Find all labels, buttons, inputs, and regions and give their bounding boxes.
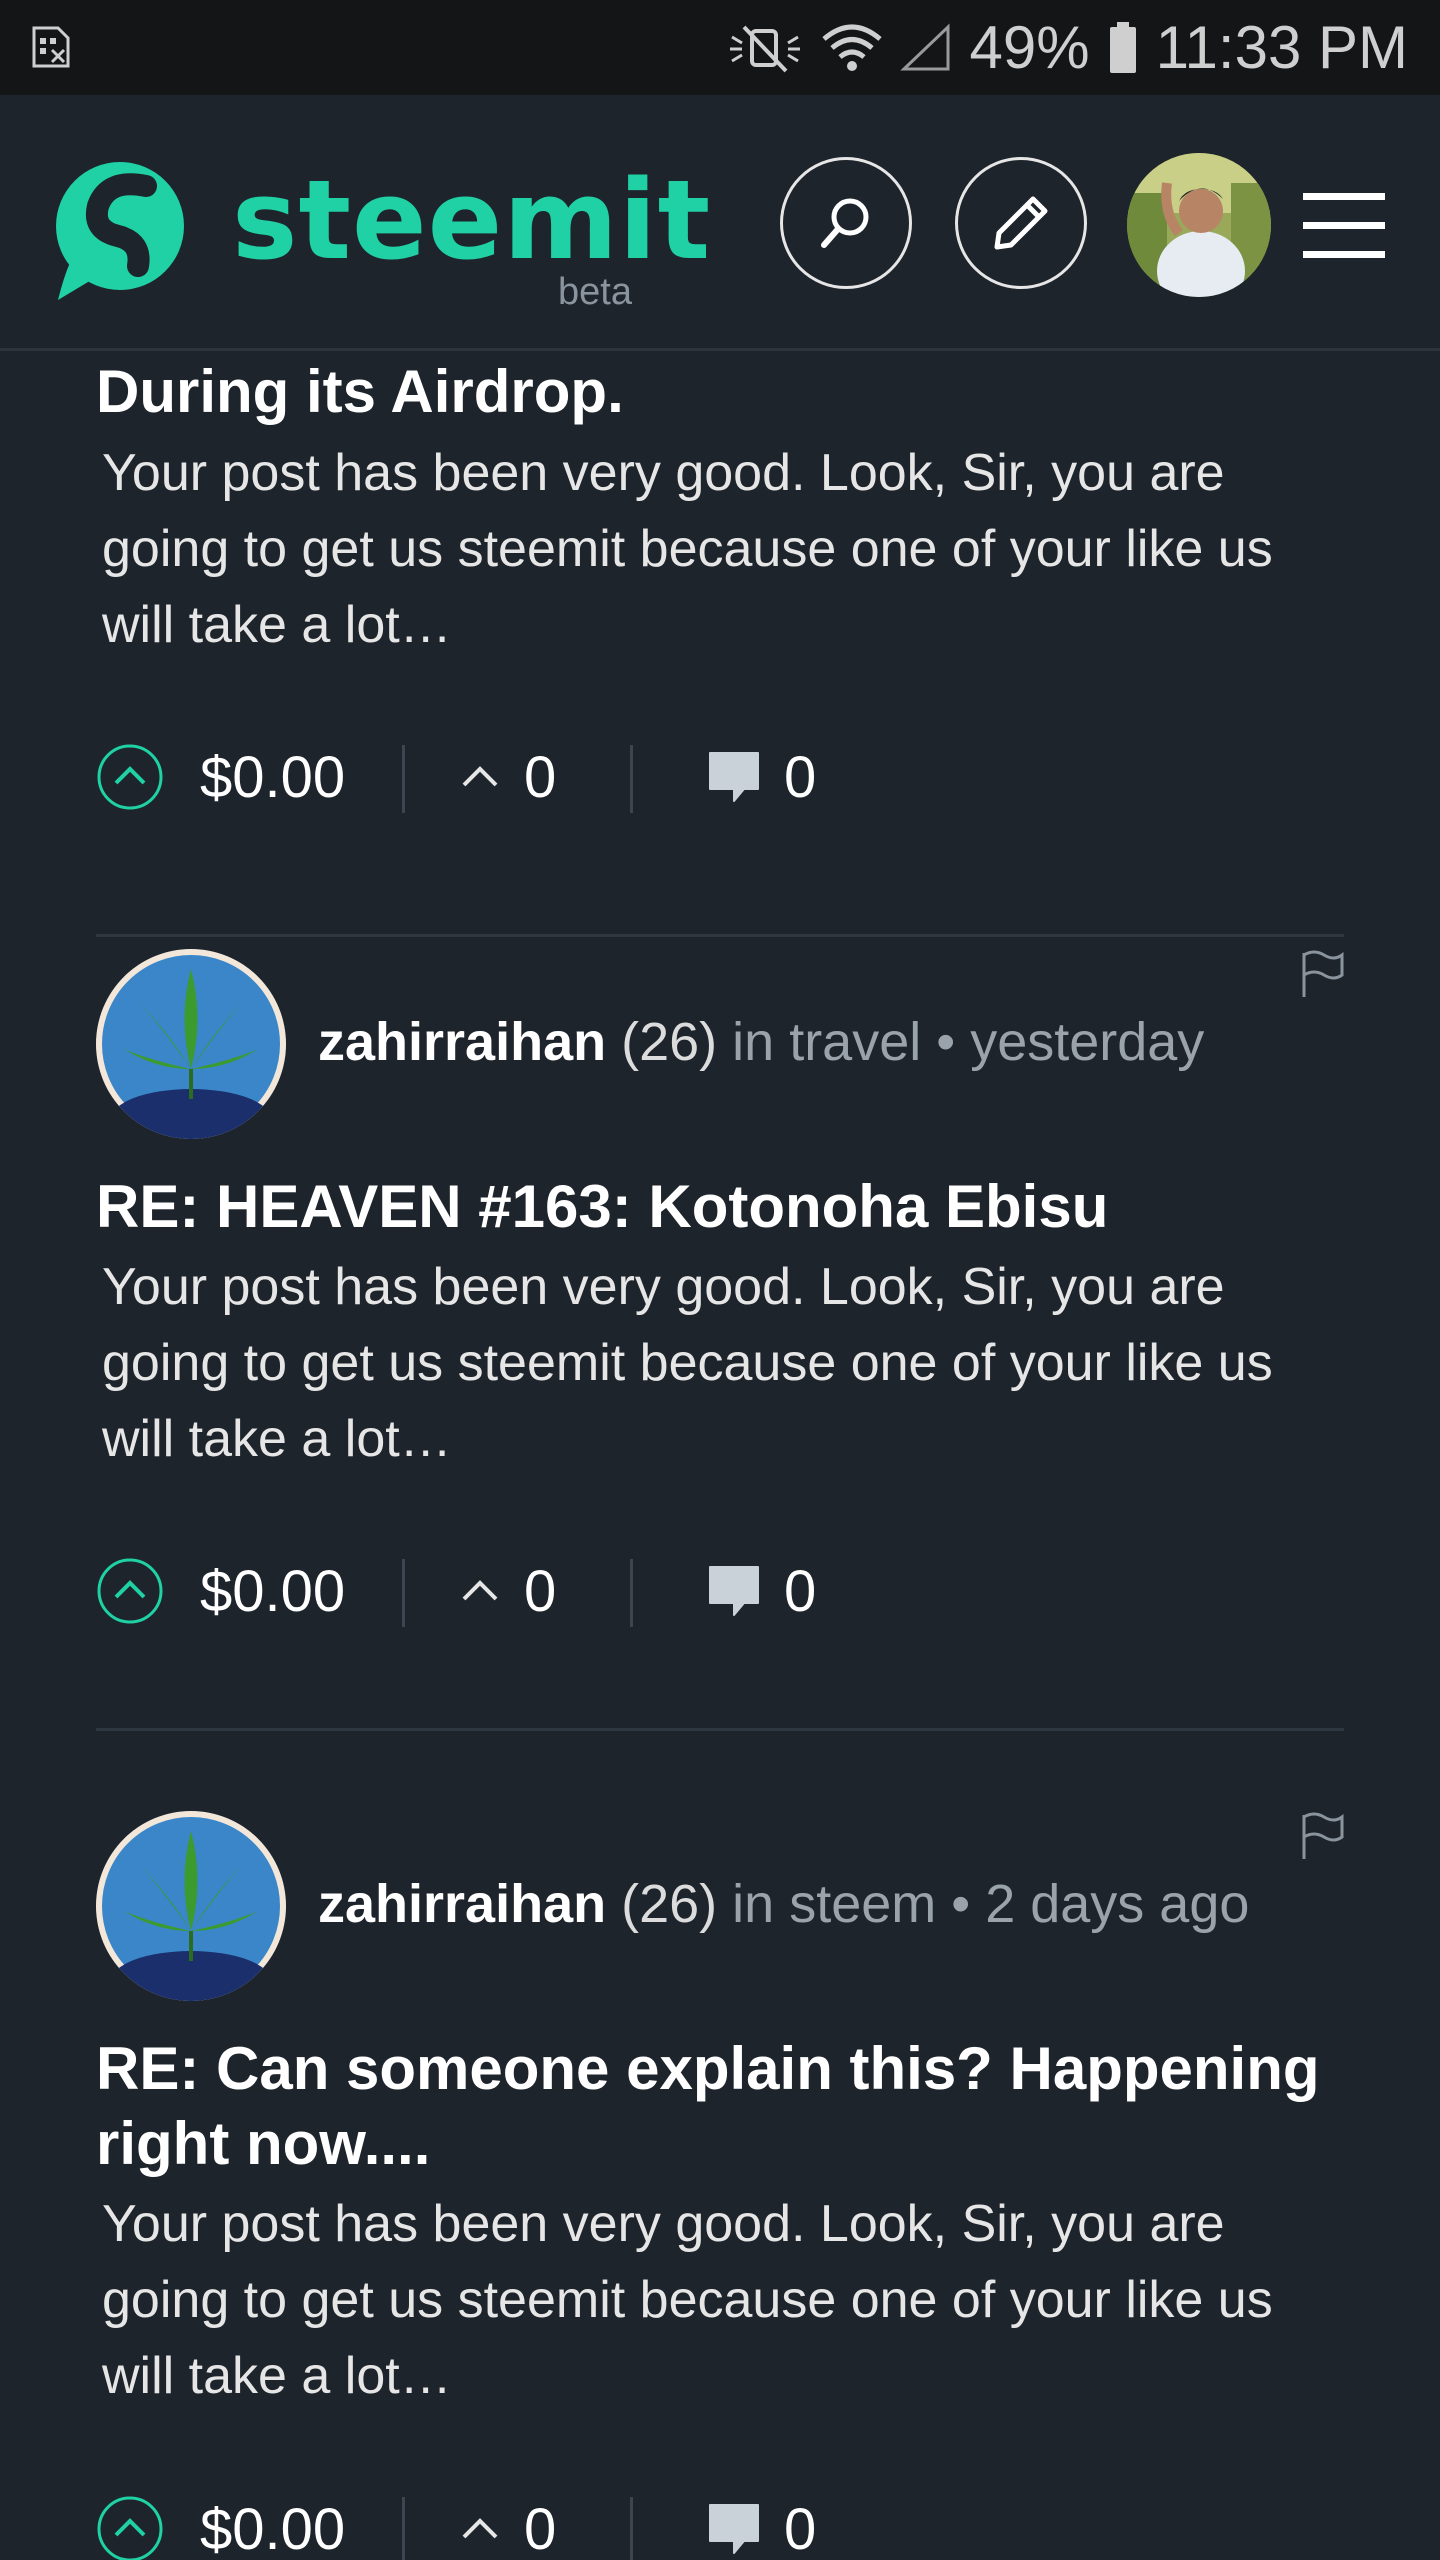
post-excerpt[interactable]: Your post has been very good. Look, Sir,…: [102, 2186, 1322, 2414]
comment-count: 0: [784, 1558, 817, 1624]
chevron-up-icon: [462, 766, 498, 787]
status-bar: 49% 11:33 PM: [0, 0, 1440, 95]
upvote-button[interactable]: [96, 1551, 164, 1631]
author-name[interactable]: zahirraihan: [318, 1012, 606, 1072]
post-excerpt[interactable]: Your post has been very good. Look, Sir,…: [102, 1249, 1322, 1477]
post-meta: zahirraihan (26) in steem • 2 days ago: [318, 1873, 1249, 1935]
voters-button[interactable]: 0: [460, 1551, 556, 1631]
upvote-icon: [97, 2496, 163, 2560]
post-title[interactable]: During its Airdrop.: [96, 354, 1344, 429]
sim-icon: [32, 26, 70, 68]
post-meta: zahirraihan (26) in travel • yesterday: [318, 1011, 1204, 1073]
post-excerpt[interactable]: Your post has been very good. Look, Sir,…: [102, 435, 1322, 663]
comment-icon: [709, 752, 759, 802]
steemit-logo-icon[interactable]: [38, 150, 190, 302]
battery-percent: 49%: [969, 14, 1090, 81]
post-divider: [96, 1728, 1344, 1731]
author-reputation: (26): [621, 1012, 718, 1072]
vote-count: 0: [524, 2496, 557, 2560]
vote-count: 0: [524, 744, 557, 810]
chevron-up-icon: [462, 2518, 498, 2539]
payout-value[interactable]: $0.00: [200, 1551, 345, 1631]
user-photo: [1127, 153, 1271, 297]
chevron-up-icon: [462, 1580, 498, 1601]
logo-text[interactable]: steemit: [232, 165, 711, 275]
clock: 11:33 PM: [1155, 14, 1408, 81]
post-actions: $0.00 0 0: [96, 737, 1344, 817]
vote-count: 0: [524, 1558, 557, 1624]
voters-button[interactable]: 0: [460, 2489, 556, 2560]
divider: [402, 2497, 405, 2560]
upvote-icon: [97, 744, 163, 810]
beta-badge: beta: [558, 271, 632, 313]
write-post-button[interactable]: [955, 157, 1087, 289]
comment-count: 0: [784, 744, 817, 810]
comments-button[interactable]: 0: [704, 737, 816, 817]
search-button[interactable]: [780, 157, 912, 289]
post-feed: During its Airdrop. Your post has been v…: [0, 351, 1440, 2560]
divider: [402, 745, 405, 813]
meta-separator: •: [936, 1012, 956, 1072]
post-category[interactable]: in travel: [732, 1012, 921, 1072]
post-title[interactable]: RE: HEAVEN #163: Kotonoha Ebisu: [96, 1169, 1344, 1244]
wifi-icon: [821, 24, 882, 71]
post-actions: $0.00 0 0: [96, 1551, 1344, 1631]
search-icon: [821, 198, 869, 248]
post-title[interactable]: RE: Can someone explain this? Happening …: [96, 2031, 1344, 2181]
comment-icon: [709, 1566, 759, 1616]
upvote-icon: [97, 1558, 163, 1624]
comment-count: 0: [784, 2496, 817, 2560]
menu-icon[interactable]: [1303, 193, 1385, 259]
author-avatar[interactable]: [96, 949, 286, 1139]
payout-value[interactable]: $0.00: [200, 2489, 345, 2560]
divider: [402, 1559, 405, 1627]
post-card[interactable]: zahirraihan (26) in steem • 2 days ago R…: [96, 1811, 1344, 2560]
author-avatar[interactable]: [96, 1811, 286, 2001]
pencil-icon: [994, 196, 1048, 250]
site-header: steemit beta: [0, 95, 1440, 351]
cannabis-leaf-icon: [96, 949, 286, 1139]
post-category[interactable]: in steem: [732, 1874, 936, 1934]
comments-button[interactable]: 0: [704, 1551, 816, 1631]
author-reputation: (26): [621, 1874, 718, 1934]
flag-icon[interactable]: [1300, 949, 1344, 999]
divider: [630, 2497, 633, 2560]
mute-icon: [729, 25, 800, 72]
battery-icon: [1109, 21, 1136, 73]
divider: [630, 745, 633, 813]
post-card[interactable]: zahirraihan (26) in travel • yesterday R…: [96, 949, 1344, 1829]
user-avatar[interactable]: [1127, 153, 1271, 297]
comment-icon: [709, 2504, 759, 2554]
divider: [630, 1559, 633, 1627]
post-actions: $0.00 0 0: [96, 2489, 1344, 2560]
comments-button[interactable]: 0: [704, 2489, 816, 2560]
upvote-button[interactable]: [96, 737, 164, 817]
signal-icon: [899, 22, 950, 70]
post-time[interactable]: 2 days ago: [985, 1874, 1249, 1934]
upvote-button[interactable]: [96, 2489, 164, 2560]
author-name[interactable]: zahirraihan: [318, 1874, 606, 1934]
meta-separator: •: [951, 1874, 971, 1934]
flag-icon[interactable]: [1300, 1811, 1344, 1861]
post-time[interactable]: yesterday: [970, 1012, 1204, 1072]
voters-button[interactable]: 0: [460, 737, 556, 817]
cannabis-leaf-icon: [96, 1811, 286, 2001]
payout-value[interactable]: $0.00: [200, 737, 345, 817]
post-divider: [96, 934, 1344, 937]
